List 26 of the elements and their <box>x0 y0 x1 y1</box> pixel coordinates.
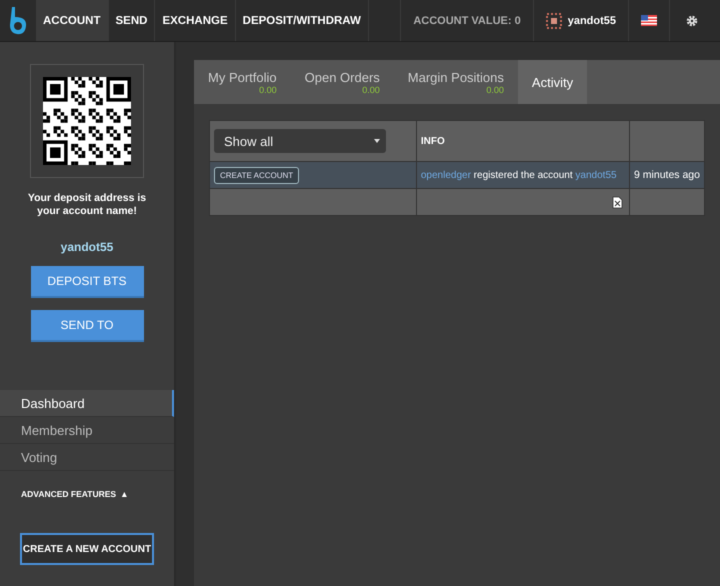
send-button[interactable]: SEND TO <box>30 310 144 342</box>
activity-info: openledger registered the account yandot55 <box>416 162 630 188</box>
deposit-button[interactable]: DEPOSIT BTS <box>30 266 144 298</box>
create-account-button[interactable]: CREATE A NEW ACCOUNT <box>20 533 154 565</box>
tab[interactable]: My Portfolio 0.00 <box>194 60 291 104</box>
nav-tab[interactable]: SEND <box>108 0 156 41</box>
deposit-note: Your deposit address is your account name! <box>26 192 148 218</box>
tab[interactable]: Margin Positions 0.00 <box>394 60 518 104</box>
operation-tag: CREATE ACCOUNT <box>214 166 300 184</box>
nav-tab[interactable]: ACCOUNT <box>36 0 108 41</box>
nav-tab[interactable]: DEPOSIT/WITHDRAW <box>236 0 369 41</box>
menu-item[interactable]: Dashboard <box>0 390 174 417</box>
account-name[interactable]: yandot55 <box>568 14 616 26</box>
account-link[interactable]: openledger <box>420 170 471 180</box>
filter-dropdown[interactable]: Show all <box>214 129 386 153</box>
column-header: INFO <box>416 120 630 162</box>
account-link[interactable]: yandot55 <box>575 170 617 180</box>
tab[interactable]: Open Orders 0.00 <box>290 60 394 104</box>
menu-item[interactable]: Voting <box>0 444 174 471</box>
account-name: yandot55 <box>60 240 114 254</box>
time-cell: 9 minutes ago <box>630 162 704 188</box>
menu-item[interactable]: Membership <box>0 417 174 444</box>
tab[interactable]: Activity <box>518 60 588 104</box>
advanced-features-toggle[interactable]: ADVANCED FEATURES ▲ <box>21 489 128 499</box>
nav-tab[interactable]: EXCHANGE <box>155 0 236 41</box>
account-value: ACCOUNT VALUE: 0 <box>413 14 521 26</box>
